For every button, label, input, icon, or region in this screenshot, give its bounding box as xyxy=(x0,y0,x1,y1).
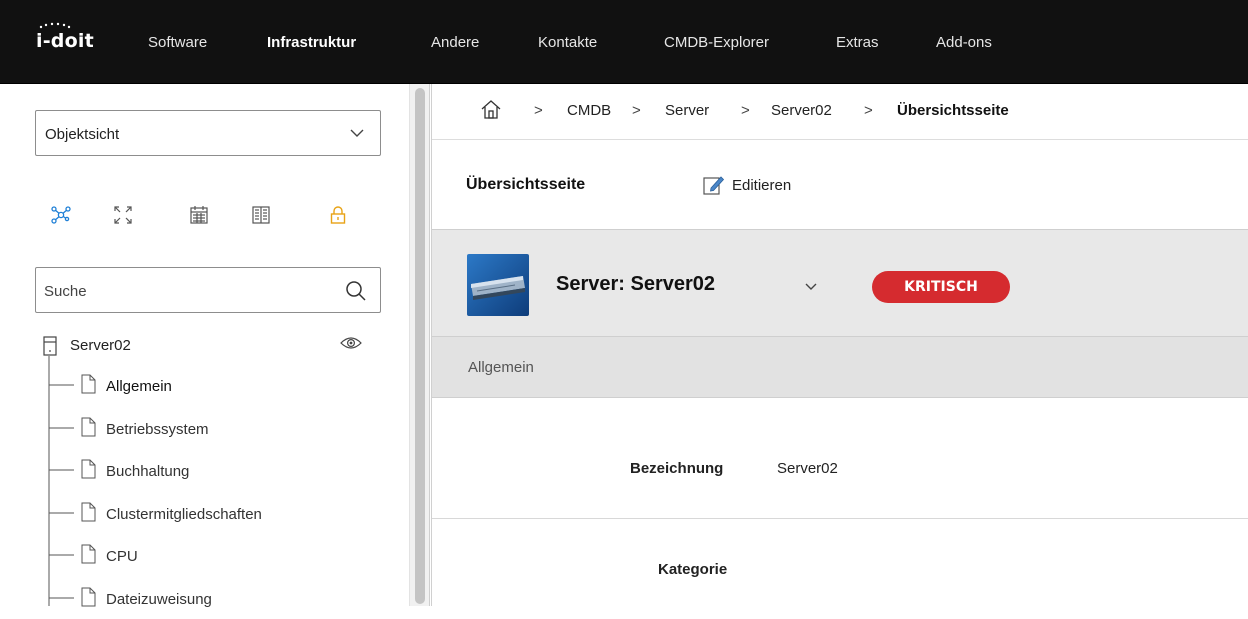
breadcrumb-separator: > xyxy=(632,102,641,119)
search-box xyxy=(35,267,381,313)
tree-item-label: CPU xyxy=(106,548,138,565)
tab-allgemein[interactable]: Allgemein xyxy=(468,359,534,376)
field-value: Server02 xyxy=(777,460,838,477)
eye-icon[interactable] xyxy=(340,335,362,351)
expand-icon[interactable] xyxy=(112,204,134,226)
breadcrumb: > CMDB > Server > Server02 > Übersichtss… xyxy=(432,84,1248,140)
server-icon xyxy=(43,336,57,356)
top-navigation-bar: i-doit Software Infrastruktur Andere Kon… xyxy=(0,0,1248,84)
sidebar-scrollbar[interactable] xyxy=(409,84,430,606)
nav-item-andere[interactable]: Andere xyxy=(431,34,479,51)
breadcrumb-separator: > xyxy=(864,102,873,119)
tree-item-label: Betriebssystem xyxy=(106,421,209,438)
tree-item-label: Dateizuweisung xyxy=(106,591,212,608)
main-content: > CMDB > Server > Server02 > Übersichtss… xyxy=(431,84,1248,606)
page-title: Übersichtsseite xyxy=(466,176,586,193)
field-label: Kategorie xyxy=(658,561,728,578)
sidebar-scrollbar-thumb[interactable] xyxy=(415,88,425,604)
i-doit-logo[interactable]: i-doit xyxy=(36,22,94,52)
edit-button-label: Editieren xyxy=(732,177,792,194)
server-image xyxy=(467,254,529,316)
category-tab-bar: Allgemein xyxy=(432,337,1248,398)
search-input[interactable] xyxy=(44,280,334,302)
field-label: Bezeichnung xyxy=(630,460,724,477)
document-icon xyxy=(81,417,96,437)
field-row-kategorie: Kategorie xyxy=(432,519,1248,619)
tree-root-label: Server02 xyxy=(70,337,131,354)
network-icon[interactable] xyxy=(50,204,72,226)
search-icon[interactable] xyxy=(344,279,368,303)
document-icon xyxy=(81,459,96,479)
nav-item-kontakte[interactable]: Kontakte xyxy=(538,34,597,51)
nav-item-add-ons[interactable]: Add-ons xyxy=(936,34,992,51)
home-icon[interactable] xyxy=(480,98,502,120)
logo-text: i-doit xyxy=(36,30,94,52)
chevron-down-icon xyxy=(350,129,364,137)
status-badge: KRITISCH xyxy=(872,271,1010,303)
object-title: Server: Server02 xyxy=(556,273,716,295)
breadcrumb-server02[interactable]: Server02 xyxy=(771,102,832,119)
nav-item-software[interactable]: Software xyxy=(148,34,207,51)
nav-item-infrastruktur[interactable]: Infrastruktur xyxy=(267,34,356,51)
view-select-value: Objektsicht xyxy=(45,126,120,143)
calendar-icon[interactable] xyxy=(188,204,210,226)
document-icon xyxy=(81,374,96,394)
document-icon xyxy=(81,587,96,607)
breadcrumb-separator: > xyxy=(741,102,750,119)
field-row-bezeichnung: Bezeichnung Server02 xyxy=(432,398,1248,519)
nav-item-extras[interactable]: Extras xyxy=(836,34,879,51)
logo-dots-icon xyxy=(39,22,71,29)
breadcrumb-separator: > xyxy=(534,102,543,119)
document-icon xyxy=(81,544,96,564)
breadcrumb-current: Übersichtsseite xyxy=(897,102,1009,119)
page-header: Übersichtsseite Editieren xyxy=(432,140,1248,230)
chevron-down-icon[interactable] xyxy=(804,281,818,291)
object-header: Server: Server02 KRITISCH xyxy=(432,230,1248,337)
tree-connector-lines xyxy=(48,356,74,606)
breadcrumb-cmdb[interactable]: CMDB xyxy=(567,102,611,119)
breadcrumb-server[interactable]: Server xyxy=(665,102,709,119)
tree-item-label: Clustermitgliedschaften xyxy=(106,506,262,523)
tree-item-label: Buchhaltung xyxy=(106,463,190,480)
lock-icon[interactable] xyxy=(327,204,349,226)
nav-item-cmdb-explorer[interactable]: CMDB-Explorer xyxy=(664,34,769,51)
document-icon xyxy=(81,502,96,522)
edit-icon xyxy=(703,176,725,195)
book-icon[interactable] xyxy=(250,204,272,226)
tree-item-label: Allgemein xyxy=(106,378,172,395)
sidebar: Objektsicht Suche Server02 Allgemein Bet… xyxy=(0,84,430,608)
view-select[interactable]: Objektsicht xyxy=(35,110,381,156)
